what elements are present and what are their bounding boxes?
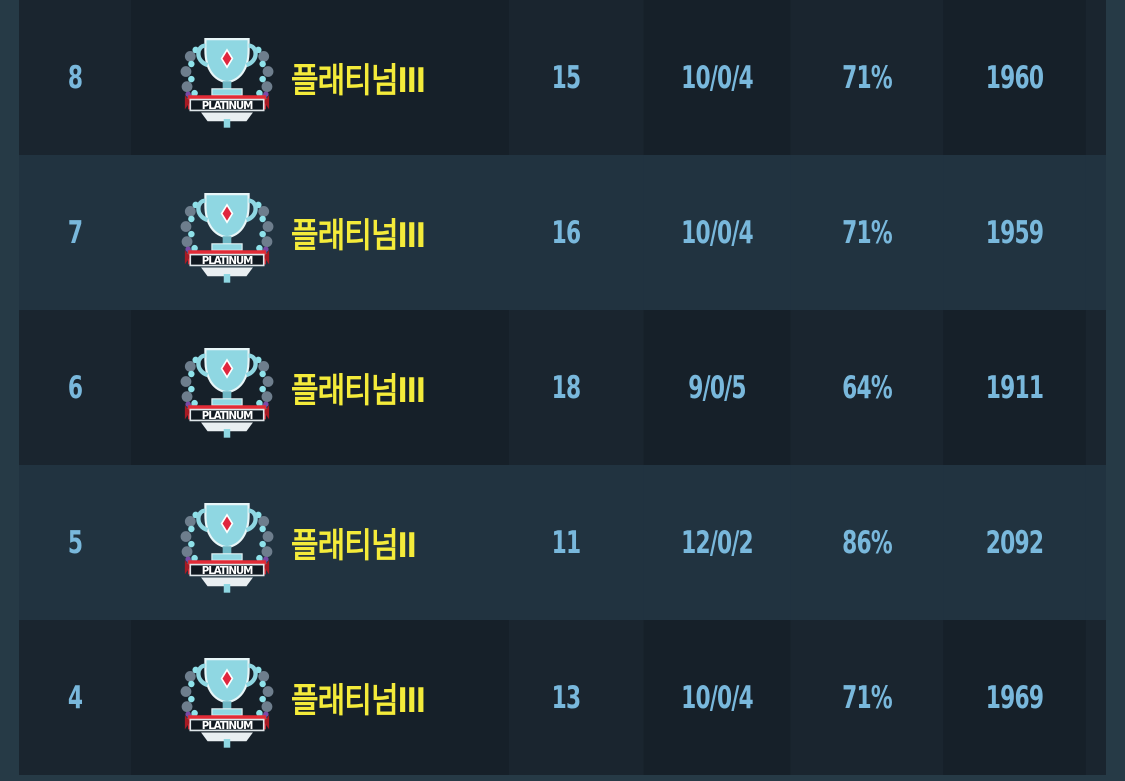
- svg-text:PLATINUM: PLATINUM: [202, 564, 253, 576]
- record-value: 9/0/5: [643, 310, 791, 465]
- tier-cell: PLATINUM 플래티넘III: [131, 310, 509, 465]
- tier-cell: PLATINUM 플래티넘III: [131, 0, 509, 155]
- win-rate-value: 64%: [842, 369, 893, 406]
- season-history-table: 8 PLATINUM 플래티넘III 15 10/0/4 71% 1960 7 …: [19, 0, 1106, 775]
- round-number: 4: [67, 679, 83, 716]
- bottom-divider: [0, 775, 1125, 781]
- win-rate-value: 71%: [842, 59, 893, 96]
- round-number: 7: [67, 214, 83, 251]
- round-number: 6: [67, 369, 83, 406]
- tier-cell: PLATINUM 플래티넘II: [131, 465, 509, 620]
- tier-name: 플래티넘III: [291, 681, 426, 721]
- win-rate-value: 86%: [842, 524, 893, 561]
- point-value: 2092: [943, 465, 1086, 620]
- tier-name: 플래티넘III: [291, 61, 426, 101]
- table-row[interactable]: 5 PLATINUM 플래티넘II 11 12/0/2 86% 2092: [19, 465, 1106, 620]
- platinum-emblem-icon: PLATINUM: [180, 192, 274, 283]
- svg-text:PLATINUM: PLATINUM: [202, 254, 253, 266]
- point-value: 1911: [943, 310, 1086, 465]
- record-value: 10/0/4: [643, 620, 791, 775]
- platinum-emblem-icon: PLATINUM: [180, 502, 274, 593]
- platinum-emblem-icon: PLATINUM: [180, 37, 274, 128]
- platinum-emblem-icon: PLATINUM: [180, 347, 274, 438]
- tier-cell: PLATINUM 플래티넘III: [131, 620, 509, 775]
- tier-cell: PLATINUM 플래티넘III: [131, 155, 509, 310]
- rank-value: 16: [551, 214, 581, 251]
- record-value: 10/0/4: [643, 155, 791, 310]
- tier-name: 플래티넘III: [291, 371, 426, 411]
- point-value: 1969: [943, 620, 1086, 775]
- tier-name: 플래티넘III: [291, 216, 426, 256]
- win-rate-value: 71%: [842, 679, 893, 716]
- table-row[interactable]: 8 PLATINUM 플래티넘III 15 10/0/4 71% 1960: [19, 0, 1106, 155]
- record-value: 10/0/4: [643, 0, 791, 155]
- win-rate-value: 71%: [842, 214, 893, 251]
- round-number: 5: [67, 524, 83, 561]
- rank-value: 15: [551, 59, 581, 96]
- table-row[interactable]: 4 PLATINUM 플래티넘III 13 10/0/4 71% 1969: [19, 620, 1106, 775]
- svg-text:PLATINUM: PLATINUM: [202, 99, 253, 111]
- tier-name: 플래티넘II: [291, 526, 417, 566]
- rank-value: 11: [551, 524, 581, 561]
- svg-text:PLATINUM: PLATINUM: [202, 719, 253, 731]
- svg-text:PLATINUM: PLATINUM: [202, 409, 253, 421]
- point-value: 1960: [943, 0, 1086, 155]
- point-value: 1959: [943, 155, 1086, 310]
- table-row[interactable]: 7 PLATINUM 플래티넘III 16 10/0/4 71% 1959: [19, 155, 1106, 310]
- platinum-emblem-icon: PLATINUM: [180, 657, 274, 748]
- rank-value: 18: [551, 369, 581, 406]
- history-panel: 8 PLATINUM 플래티넘III 15 10/0/4 71% 1960 7 …: [0, 0, 1125, 781]
- table-row[interactable]: 6 PLATINUM 플래티넘III 18 9/0/5 64% 1911: [19, 310, 1106, 465]
- record-value: 12/0/2: [643, 465, 791, 620]
- rank-value: 13: [551, 679, 581, 716]
- round-number: 8: [67, 59, 83, 96]
